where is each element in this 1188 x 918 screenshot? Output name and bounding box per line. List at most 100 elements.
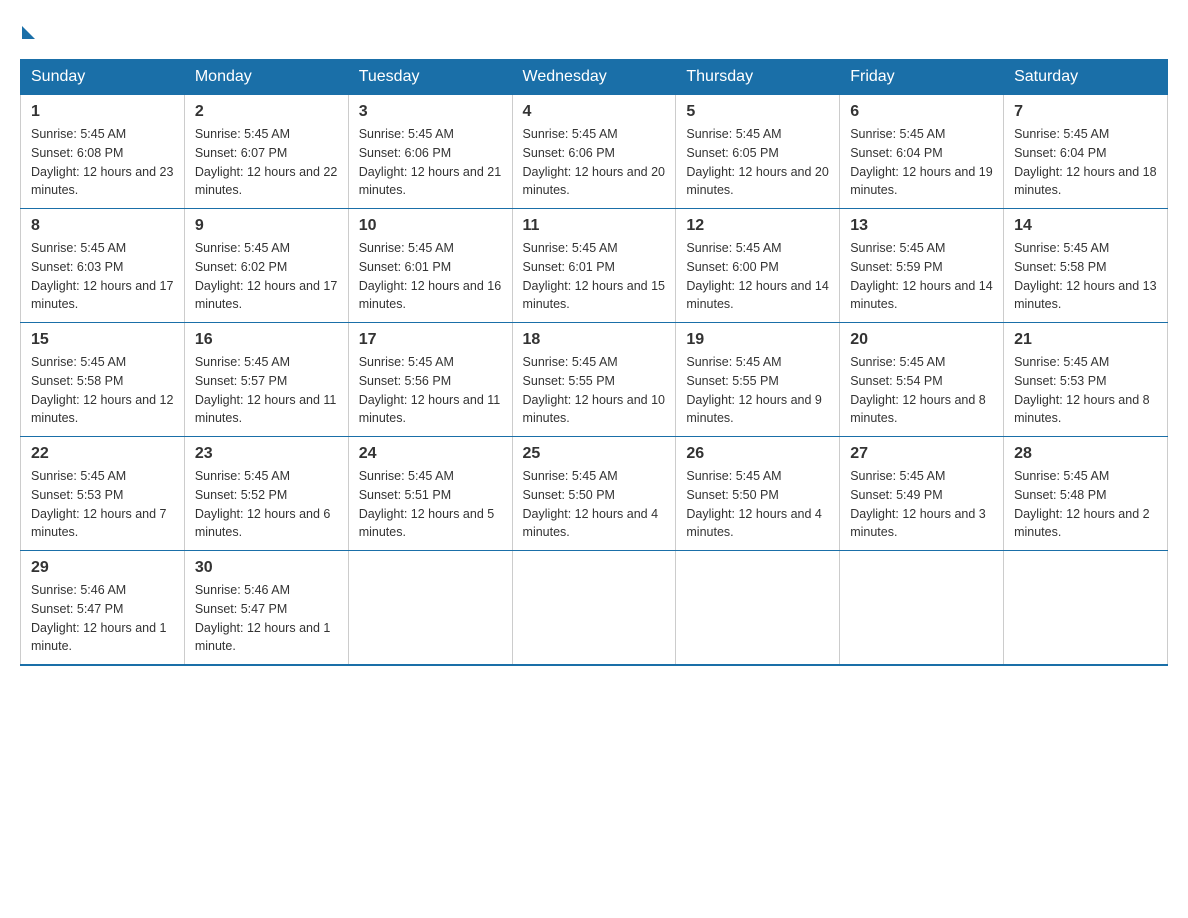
day-info: Sunrise: 5:45 AMSunset: 5:57 PMDaylight:…: [195, 353, 338, 428]
day-info: Sunrise: 5:45 AMSunset: 6:04 PMDaylight:…: [1014, 125, 1157, 200]
calendar-cell: 10 Sunrise: 5:45 AMSunset: 6:01 PMDayligh…: [348, 209, 512, 323]
day-number: 15: [31, 331, 174, 349]
calendar-cell: 14 Sunrise: 5:45 AMSunset: 5:58 PMDayligh…: [1004, 209, 1168, 323]
calendar-cell: [512, 551, 676, 666]
calendar-cell: 4 Sunrise: 5:45 AMSunset: 6:06 PMDaylight…: [512, 95, 676, 209]
calendar-cell: 3 Sunrise: 5:45 AMSunset: 6:06 PMDaylight…: [348, 95, 512, 209]
day-number: 29: [31, 559, 174, 577]
day-number: 9: [195, 217, 338, 235]
day-number: 6: [850, 103, 993, 121]
weekday-header-saturday: Saturday: [1004, 60, 1168, 95]
calendar-cell: 8 Sunrise: 5:45 AMSunset: 6:03 PMDaylight…: [21, 209, 185, 323]
day-info: Sunrise: 5:45 AMSunset: 6:00 PMDaylight:…: [686, 239, 829, 314]
day-number: 7: [1014, 103, 1157, 121]
day-info: Sunrise: 5:45 AMSunset: 5:48 PMDaylight:…: [1014, 467, 1157, 542]
day-number: 24: [359, 445, 502, 463]
day-number: 8: [31, 217, 174, 235]
day-number: 14: [1014, 217, 1157, 235]
calendar-cell: 24 Sunrise: 5:45 AMSunset: 5:51 PMDayligh…: [348, 437, 512, 551]
calendar-cell: 19Sunrise: 5:45 AMSunset: 5:55 PMDayligh…: [676, 323, 840, 437]
day-number: 13: [850, 217, 993, 235]
day-number: 16: [195, 331, 338, 349]
day-info: Sunrise: 5:45 AMSunset: 6:08 PMDaylight:…: [31, 125, 174, 200]
day-info: Sunrise: 5:45 AMSunset: 5:53 PMDaylight:…: [31, 467, 174, 542]
day-info: Sunrise: 5:45 AMSunset: 6:01 PMDaylight:…: [523, 239, 666, 314]
calendar-week-2: 8 Sunrise: 5:45 AMSunset: 6:03 PMDaylight…: [21, 209, 1168, 323]
calendar-cell: 2 Sunrise: 5:45 AMSunset: 6:07 PMDaylight…: [184, 95, 348, 209]
day-number: 18: [523, 331, 666, 349]
day-number: 12: [686, 217, 829, 235]
calendar-table: SundayMondayTuesdayWednesdayThursdayFrid…: [20, 59, 1168, 666]
logo: [20, 20, 35, 39]
calendar-cell: [1004, 551, 1168, 666]
weekday-header-tuesday: Tuesday: [348, 60, 512, 95]
day-info: Sunrise: 5:45 AMSunset: 5:53 PMDaylight:…: [1014, 353, 1157, 428]
day-number: 10: [359, 217, 502, 235]
weekday-header-wednesday: Wednesday: [512, 60, 676, 95]
day-info: Sunrise: 5:46 AMSunset: 5:47 PMDaylight:…: [195, 581, 338, 656]
day-number: 21: [1014, 331, 1157, 349]
day-info: Sunrise: 5:45 AMSunset: 5:56 PMDaylight:…: [359, 353, 502, 428]
day-number: 23: [195, 445, 338, 463]
calendar-cell: 17Sunrise: 5:45 AMSunset: 5:56 PMDayligh…: [348, 323, 512, 437]
calendar-cell: 9 Sunrise: 5:45 AMSunset: 6:02 PMDaylight…: [184, 209, 348, 323]
calendar-cell: 27Sunrise: 5:45 AMSunset: 5:49 PMDayligh…: [840, 437, 1004, 551]
day-number: 11: [523, 217, 666, 235]
day-number: 26: [686, 445, 829, 463]
calendar-cell: 26 Sunrise: 5:45 AMSunset: 5:50 PMDayligh…: [676, 437, 840, 551]
calendar-week-4: 22 Sunrise: 5:45 AMSunset: 5:53 PMDayligh…: [21, 437, 1168, 551]
calendar-cell: 25 Sunrise: 5:45 AMSunset: 5:50 PMDayligh…: [512, 437, 676, 551]
day-info: Sunrise: 5:45 AMSunset: 5:50 PMDaylight:…: [686, 467, 829, 542]
day-info: Sunrise: 5:45 AMSunset: 5:54 PMDaylight:…: [850, 353, 993, 428]
calendar-cell: [840, 551, 1004, 666]
calendar-cell: [348, 551, 512, 666]
day-number: 20: [850, 331, 993, 349]
day-number: 19: [686, 331, 829, 349]
weekday-header-thursday: Thursday: [676, 60, 840, 95]
calendar-cell: 5 Sunrise: 5:45 AMSunset: 6:05 PMDaylight…: [676, 95, 840, 209]
day-info: Sunrise: 5:45 AMSunset: 6:06 PMDaylight:…: [523, 125, 666, 200]
day-number: 5: [686, 103, 829, 121]
calendar-week-3: 15Sunrise: 5:45 AMSunset: 5:58 PMDayligh…: [21, 323, 1168, 437]
day-info: Sunrise: 5:45 AMSunset: 5:58 PMDaylight:…: [1014, 239, 1157, 314]
calendar-cell: 16 Sunrise: 5:45 AMSunset: 5:57 PMDayligh…: [184, 323, 348, 437]
day-info: Sunrise: 5:45 AMSunset: 6:04 PMDaylight:…: [850, 125, 993, 200]
day-info: Sunrise: 5:45 AMSunset: 6:07 PMDaylight:…: [195, 125, 338, 200]
calendar-cell: 12 Sunrise: 5:45 AMSunset: 6:00 PMDayligh…: [676, 209, 840, 323]
day-info: Sunrise: 5:45 AMSunset: 6:03 PMDaylight:…: [31, 239, 174, 314]
calendar-cell: 28 Sunrise: 5:45 AMSunset: 5:48 PMDayligh…: [1004, 437, 1168, 551]
day-info: Sunrise: 5:45 AMSunset: 5:59 PMDaylight:…: [850, 239, 993, 314]
day-info: Sunrise: 5:45 AMSunset: 5:55 PMDaylight:…: [523, 353, 666, 428]
day-info: Sunrise: 5:45 AMSunset: 6:02 PMDaylight:…: [195, 239, 338, 314]
calendar-week-5: 29 Sunrise: 5:46 AMSunset: 5:47 PMDayligh…: [21, 551, 1168, 666]
day-info: Sunrise: 5:45 AMSunset: 5:51 PMDaylight:…: [359, 467, 502, 542]
page-header: [20, 20, 1168, 39]
day-info: Sunrise: 5:46 AMSunset: 5:47 PMDaylight:…: [31, 581, 174, 656]
day-number: 25: [523, 445, 666, 463]
calendar-cell: 30 Sunrise: 5:46 AMSunset: 5:47 PMDayligh…: [184, 551, 348, 666]
calendar-cell: 21 Sunrise: 5:45 AMSunset: 5:53 PMDayligh…: [1004, 323, 1168, 437]
calendar-cell: 1Sunrise: 5:45 AMSunset: 6:08 PMDaylight…: [21, 95, 185, 209]
day-number: 4: [523, 103, 666, 121]
calendar-cell: 18 Sunrise: 5:45 AMSunset: 5:55 PMDayligh…: [512, 323, 676, 437]
calendar-cell: 20 Sunrise: 5:45 AMSunset: 5:54 PMDayligh…: [840, 323, 1004, 437]
calendar-cell: 7 Sunrise: 5:45 AMSunset: 6:04 PMDaylight…: [1004, 95, 1168, 209]
day-number: 30: [195, 559, 338, 577]
day-info: Sunrise: 5:45 AMSunset: 6:01 PMDaylight:…: [359, 239, 502, 314]
day-info: Sunrise: 5:45 AMSunset: 5:50 PMDaylight:…: [523, 467, 666, 542]
calendar-cell: 15Sunrise: 5:45 AMSunset: 5:58 PMDayligh…: [21, 323, 185, 437]
day-number: 3: [359, 103, 502, 121]
day-number: 22: [31, 445, 174, 463]
weekday-header-sunday: Sunday: [21, 60, 185, 95]
calendar-cell: 29 Sunrise: 5:46 AMSunset: 5:47 PMDayligh…: [21, 551, 185, 666]
day-number: 2: [195, 103, 338, 121]
calendar-cell: 11 Sunrise: 5:45 AMSunset: 6:01 PMDayligh…: [512, 209, 676, 323]
weekday-header-monday: Monday: [184, 60, 348, 95]
calendar-cell: [676, 551, 840, 666]
weekday-header-friday: Friday: [840, 60, 1004, 95]
calendar-cell: 6 Sunrise: 5:45 AMSunset: 6:04 PMDaylight…: [840, 95, 1004, 209]
day-info: Sunrise: 5:45 AMSunset: 6:06 PMDaylight:…: [359, 125, 502, 200]
day-number: 28: [1014, 445, 1157, 463]
day-info: Sunrise: 5:45 AMSunset: 6:05 PMDaylight:…: [686, 125, 829, 200]
day-info: Sunrise: 5:45 AMSunset: 5:49 PMDaylight:…: [850, 467, 993, 542]
